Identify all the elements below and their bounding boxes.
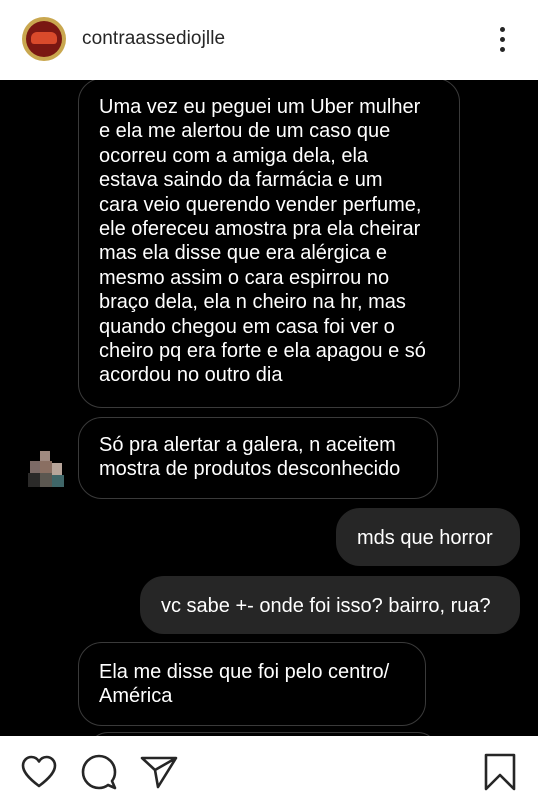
more-vertical-icon[interactable] [492, 24, 512, 56]
message-bubble: Só pra alertar a galera, n aceitem mostr… [78, 417, 438, 499]
avatar-logo-mark [31, 32, 57, 44]
message-line: mas ela disse que era alérgica e [99, 242, 387, 265]
comment-icon[interactable] [81, 754, 117, 790]
bookmark-icon[interactable] [484, 753, 516, 791]
post-header: contraassediojlle [0, 0, 538, 80]
message-line: acordou no outro dia [99, 364, 283, 387]
message-line: quando chegou em casa foi ver o [99, 315, 395, 338]
message-line: ocorreu com a amiga dela, ela [99, 144, 369, 167]
username[interactable]: contraassediojlle [82, 28, 225, 50]
message-line: mds que horror [357, 527, 493, 549]
message-line: mesmo assim o cara espirrou no [99, 266, 390, 289]
sender-avatar-blurred [26, 451, 68, 493]
post-actions [0, 736, 538, 800]
message-line: ele ofereceu amostra pra ela cheirar [99, 218, 421, 241]
message-line: vc sabe +- onde foi isso? bairro, rua? [161, 595, 491, 617]
message-line: Uma vez eu peguei um Uber mulher [99, 96, 421, 118]
message-bubble: Uma vez eu peguei um Uber mulher e ela m… [78, 80, 460, 408]
profile-avatar[interactable] [22, 17, 66, 61]
message-line: Ela me disse que foi pelo centro/ [99, 661, 390, 683]
message-bubble-sent: vc sabe +- onde foi isso? bairro, rua? [140, 576, 520, 634]
message-line: braço dela, ela n cheiro na hr, mas [99, 291, 406, 314]
chat-screenshot: Uma vez eu peguei um Uber mulher e ela m… [0, 80, 538, 736]
message-line: mostra de produtos desconhecido [99, 458, 401, 481]
message-line: cara veio querendo vender perfume, [99, 193, 422, 216]
message-line: Só pra alertar a galera, n aceitem [99, 434, 396, 456]
message-line: cheiro pq era forte e ela apagou e só [99, 340, 426, 363]
message-line: América [99, 685, 173, 708]
message-bubble: Ela me disse que foi pelo centro/ Améric… [78, 642, 426, 726]
heart-icon[interactable] [21, 755, 57, 789]
share-icon[interactable] [140, 755, 178, 789]
message-line: e ela me alertou de um caso que [99, 120, 391, 143]
message-line: estava saindo da farmácia e um [99, 169, 383, 192]
message-bubble-sent: mds que horror [336, 508, 520, 566]
